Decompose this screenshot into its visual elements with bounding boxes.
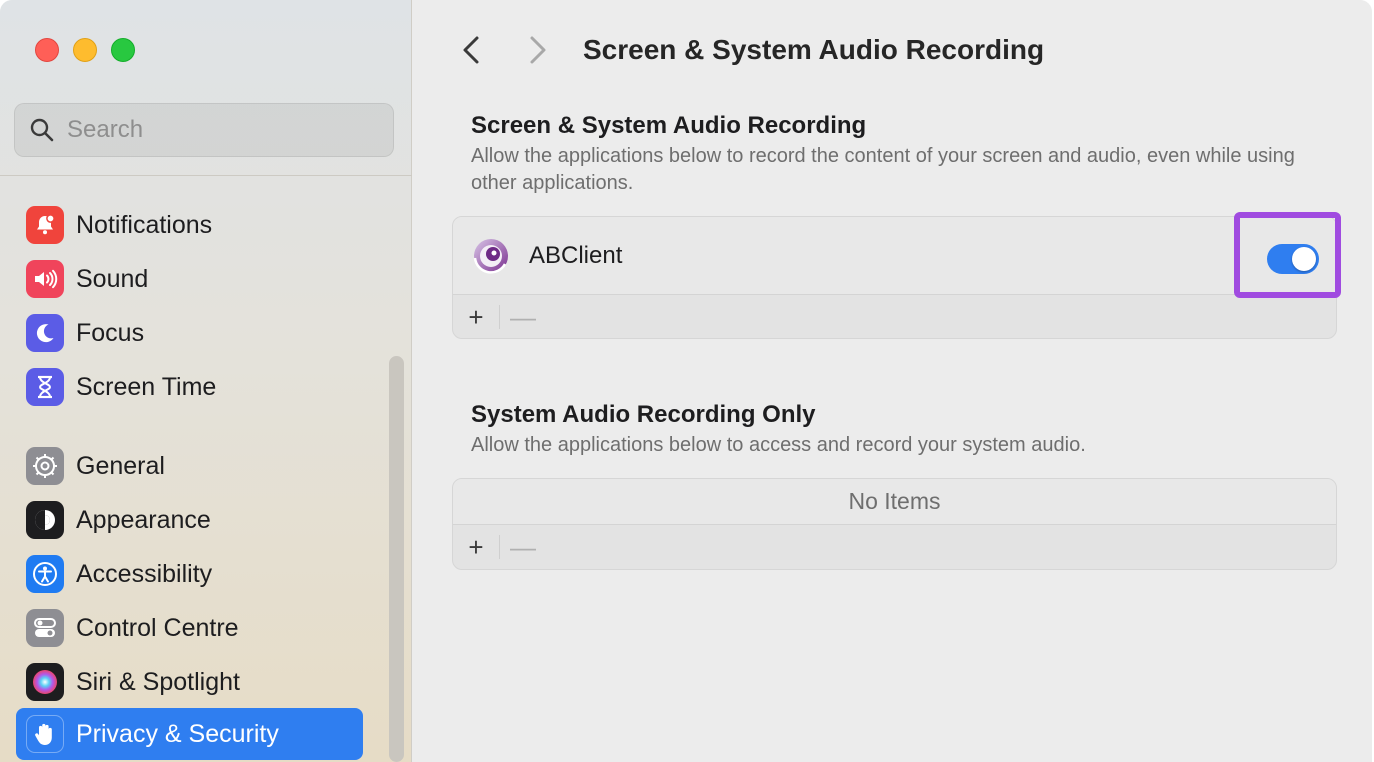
remove-app-button[interactable]: —	[500, 295, 546, 338]
sidebar-item-label: Privacy & Security	[76, 719, 279, 748]
hand-icon	[26, 715, 64, 753]
sidebar-item-focus[interactable]: Focus	[16, 309, 363, 357]
hourglass-icon	[26, 368, 64, 406]
remove-app-button[interactable]: —	[500, 525, 546, 569]
siri-icon	[26, 663, 64, 701]
chevron-right-icon	[530, 36, 546, 64]
sidebar-item-label: General	[76, 451, 165, 480]
section-title-audio-recording: System Audio Recording Only	[471, 401, 816, 428]
sidebar-item-label: Sound	[76, 264, 149, 293]
sidebar-item-accessibility[interactable]: Accessibility	[16, 550, 363, 598]
sidebar-item-label: Screen Time	[76, 372, 217, 401]
moon-icon	[26, 314, 64, 352]
sidebar-item-appearance[interactable]: Appearance	[16, 496, 363, 544]
sidebar-item-general[interactable]: General	[16, 442, 363, 490]
sidebar-item-screen-time[interactable]: Screen Time	[16, 363, 363, 411]
settings-window: Notifications Sound Focus Screen Time	[0, 0, 1372, 762]
search-icon	[29, 117, 55, 143]
speaker-icon	[26, 260, 64, 298]
add-app-button[interactable]: +	[453, 525, 499, 569]
list-item[interactable]: ABClient	[453, 217, 1336, 295]
abclient-app-icon	[471, 236, 511, 276]
zoom-window-button[interactable]	[111, 38, 135, 62]
main-pane: Screen & System Audio Recording Screen &…	[413, 0, 1372, 762]
back-button[interactable]	[451, 30, 491, 70]
add-app-button[interactable]: +	[453, 295, 499, 338]
sidebar-scrollbar[interactable]	[389, 356, 404, 762]
screen-recording-app-list: ABClient + —	[452, 216, 1337, 339]
sidebar-item-label: Accessibility	[76, 559, 213, 588]
sidebar-item-sound[interactable]: Sound	[16, 255, 363, 303]
sidebar: Notifications Sound Focus Screen Time	[0, 0, 412, 762]
highlight-annotation	[1234, 212, 1341, 298]
sidebar-item-label: Appearance	[76, 505, 211, 534]
close-window-button[interactable]	[35, 38, 59, 62]
sidebar-item-label: Siri & Spotlight	[76, 667, 240, 696]
gear-icon	[26, 447, 64, 485]
section-description-audio-recording: Allow the applications below to access a…	[471, 434, 1086, 456]
sidebar-divider	[0, 175, 412, 176]
sidebar-item-privacy-security[interactable]: Privacy & Security	[16, 708, 363, 760]
search-field[interactable]	[14, 103, 394, 157]
sidebar-item-siri-spotlight[interactable]: Siri & Spotlight	[16, 658, 363, 706]
sidebar-item-label: Focus	[76, 318, 145, 347]
forward-button[interactable]	[516, 30, 556, 70]
page-title: Screen & System Audio Recording	[583, 34, 1045, 65]
sidebar-item-label: Control Centre	[76, 613, 239, 642]
minimize-window-button[interactable]	[73, 38, 97, 62]
search-input[interactable]	[67, 116, 367, 144]
sidebar-item-control-centre[interactable]: Control Centre	[16, 604, 363, 652]
appearance-icon	[26, 501, 64, 539]
section-title-screen-recording: Screen & System Audio Recording	[471, 112, 867, 139]
bell-icon	[26, 206, 64, 244]
sidebar-item-label: Notifications	[76, 210, 213, 239]
sidebar-item-notifications[interactable]: Notifications	[16, 201, 363, 249]
app-name: ABClient	[529, 241, 623, 269]
section-description-screen-recording: Allow the applications below to record t…	[471, 145, 1295, 194]
audio-recording-list-toolbar: + —	[453, 525, 1336, 569]
audio-recording-app-list: No Items + —	[452, 478, 1337, 570]
empty-list-label: No Items	[453, 479, 1336, 525]
accessibility-icon	[26, 555, 64, 593]
screen-recording-list-toolbar: + —	[453, 295, 1336, 338]
chevron-left-icon	[463, 36, 479, 64]
toggles-icon	[26, 609, 64, 647]
